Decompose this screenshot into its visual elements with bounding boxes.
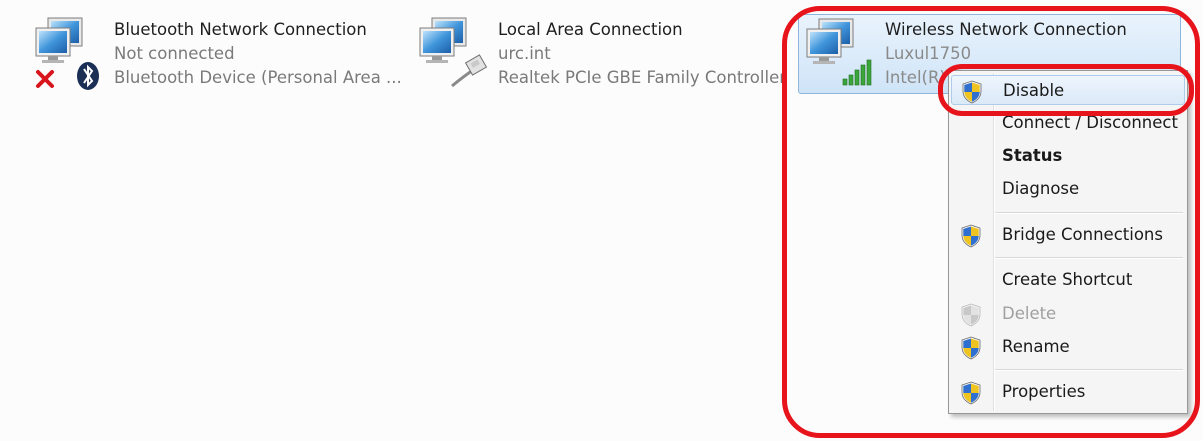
connection-status: Not connected — [114, 44, 235, 63]
connection-bluetooth[interactable]: Bluetooth Network Connection Not connect… — [34, 14, 402, 94]
ethernet-cable-icon — [451, 54, 488, 88]
connection-name: Bluetooth Network Connection — [114, 20, 367, 39]
bluetooth-icon — [77, 62, 99, 90]
connection-device: Bluetooth Device (Personal Area ... — [114, 68, 402, 87]
connection-name: Local Area Connection — [498, 20, 683, 39]
lan-network-adapter-icon — [419, 17, 488, 88]
bluetooth-network-adapter-icon — [35, 17, 99, 90]
network-connections-window: Bluetooth Network Connection Not connect… — [0, 0, 1203, 441]
red-x-icon — [36, 70, 54, 88]
connection-status: urc.int — [498, 44, 551, 63]
connection-local-area[interactable]: Local Area Connection urc.int Realtek PC… — [418, 14, 786, 94]
annotation-ring-disable — [938, 64, 1194, 116]
connection-device: Realtek PCIe GBE Family Controller — [498, 68, 787, 87]
